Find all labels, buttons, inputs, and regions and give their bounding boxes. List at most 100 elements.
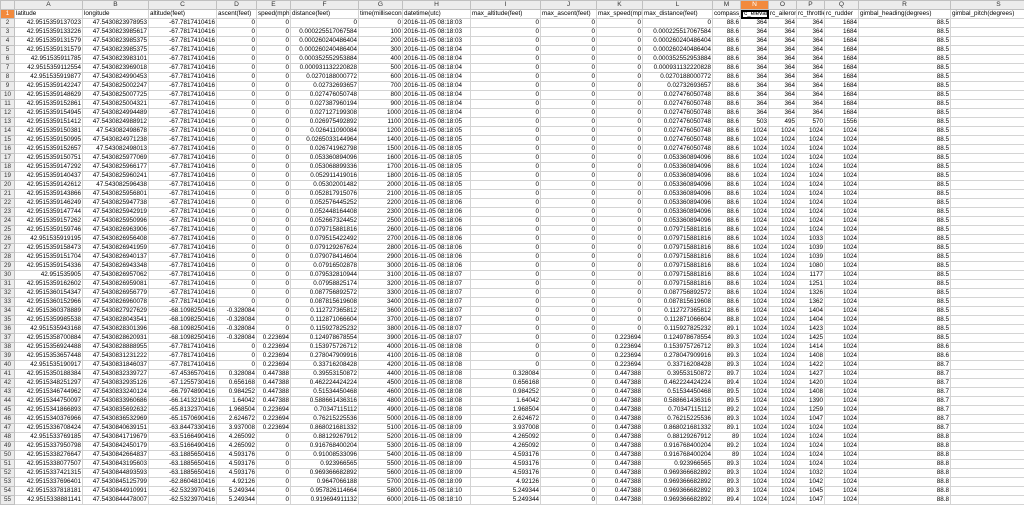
data-cell[interactable]: 0.328084	[217, 370, 257, 379]
data-cell[interactable]: 364	[741, 91, 769, 100]
data-cell[interactable]: 0	[471, 235, 541, 244]
data-cell[interactable]: 1024	[797, 208, 825, 217]
data-cell[interactable]: 0	[597, 199, 643, 208]
data-cell[interactable]: 1684	[825, 19, 859, 28]
data-cell[interactable]: 88.6	[713, 235, 741, 244]
row-header[interactable]: 8	[1, 73, 15, 82]
data-cell[interactable]: -67.7817410416	[149, 226, 217, 235]
data-cell[interactable]: -67.7817410416	[149, 361, 217, 370]
data-cell[interactable]: 0.02732693657	[291, 82, 359, 91]
data-cell[interactable]: 1024	[769, 406, 797, 415]
data-cell[interactable]: 1024	[825, 415, 859, 424]
data-cell[interactable]: 0.278047909916	[643, 352, 713, 361]
data-cell[interactable]: 0.026741962798	[291, 145, 359, 154]
data-cell[interactable]: 88.7	[859, 370, 951, 379]
data-cell[interactable]: 42.9515360154347	[15, 289, 83, 298]
column-header-p[interactable]: P	[797, 1, 825, 10]
data-cell[interactable]: 0	[471, 343, 541, 352]
data-cell[interactable]: 1500	[359, 145, 403, 154]
data-cell[interactable]: 0	[951, 298, 1024, 307]
data-cell[interactable]: 0.656168	[471, 379, 541, 388]
data-cell[interactable]: 364	[797, 55, 825, 64]
data-cell[interactable]: 0	[541, 82, 597, 91]
data-cell[interactable]: 0	[951, 253, 1024, 262]
data-cell[interactable]: 0	[257, 217, 291, 226]
data-cell[interactable]: 42.9515359131579	[15, 46, 83, 55]
data-cell[interactable]: 570	[797, 118, 825, 127]
data-cell[interactable]: 0.087815619608	[643, 298, 713, 307]
data-cell[interactable]: 0	[257, 91, 291, 100]
data-cell[interactable]: 47.5430836532969	[83, 415, 149, 424]
data-cell[interactable]: 0	[597, 91, 643, 100]
data-cell[interactable]: 1024	[797, 145, 825, 154]
row-header[interactable]: 40	[1, 361, 15, 370]
data-cell[interactable]: 1024	[769, 397, 797, 406]
data-cell[interactable]: 364	[797, 46, 825, 55]
data-cell[interactable]: 0	[951, 316, 1024, 325]
data-cell[interactable]: -0.328084	[217, 325, 257, 334]
data-cell[interactable]: 0.223694	[257, 406, 291, 415]
data-cell[interactable]: 1024	[741, 388, 769, 397]
data-cell[interactable]: 42.9515359150995	[15, 136, 83, 145]
data-cell[interactable]: 88.8	[859, 442, 951, 451]
data-cell[interactable]: 0	[951, 46, 1024, 55]
data-cell[interactable]: 0	[541, 226, 597, 235]
data-cell[interactable]: 1024	[769, 235, 797, 244]
data-cell[interactable]: 0	[951, 199, 1024, 208]
data-cell[interactable]: 3.937008	[471, 424, 541, 433]
data-cell[interactable]: 1024	[769, 226, 797, 235]
data-cell[interactable]: 0	[471, 136, 541, 145]
data-cell[interactable]: -67.7817410416	[149, 298, 217, 307]
data-cell[interactable]: 42.9515353657448	[15, 352, 83, 361]
data-cell[interactable]: 0.027476050748	[291, 91, 359, 100]
data-cell[interactable]: 88.5	[859, 334, 951, 343]
column-header-d[interactable]: D	[217, 1, 257, 10]
data-cell[interactable]: 88.6	[713, 37, 741, 46]
data-cell[interactable]: 2016-11-05 08:18:09	[403, 424, 471, 433]
column-title-cell[interactable]: rc_aileron	[769, 10, 797, 19]
data-cell[interactable]: 47.5430844910991	[83, 487, 149, 496]
data-cell[interactable]: 88.8	[859, 460, 951, 469]
data-cell[interactable]: 0	[471, 46, 541, 55]
data-cell[interactable]: 88.6	[713, 199, 741, 208]
data-cell[interactable]: 47.5430833960686	[83, 397, 149, 406]
data-cell[interactable]: 0.052667324452	[291, 217, 359, 226]
data-cell[interactable]: 2016-11-05 08:18:08	[403, 361, 471, 370]
data-cell[interactable]: 1024	[825, 424, 859, 433]
data-cell[interactable]: 88.5	[859, 280, 951, 289]
data-cell[interactable]: 1024	[741, 361, 769, 370]
data-cell[interactable]: -67.7817410416	[149, 199, 217, 208]
data-cell[interactable]: 88.5	[859, 181, 951, 190]
row-header[interactable]: 29	[1, 262, 15, 271]
data-cell[interactable]: 88.5	[859, 208, 951, 217]
row-header[interactable]: 23	[1, 208, 15, 217]
data-cell[interactable]: 1200	[359, 127, 403, 136]
data-cell[interactable]: 42.9515359146249	[15, 199, 83, 208]
data-cell[interactable]: 47.5430823985617	[83, 28, 149, 37]
data-cell[interactable]: 0.07916502878	[291, 262, 359, 271]
data-cell[interactable]: 0	[951, 352, 1024, 361]
data-cell[interactable]: 89.3	[713, 352, 741, 361]
data-cell[interactable]: 1024	[741, 127, 769, 136]
data-cell[interactable]: 88.8	[859, 496, 951, 505]
data-cell[interactable]: 800	[359, 91, 403, 100]
data-cell[interactable]: 0.053360894096	[643, 172, 713, 181]
data-cell[interactable]: 600	[359, 73, 403, 82]
data-cell[interactable]: 1024	[741, 172, 769, 181]
data-cell[interactable]: 0	[541, 19, 597, 28]
data-cell[interactable]: 4900	[359, 406, 403, 415]
data-cell[interactable]: 42.9515337421315	[15, 469, 83, 478]
data-cell[interactable]: 0.9647066188	[291, 478, 359, 487]
data-cell[interactable]: 47.5430825942919	[83, 208, 149, 217]
data-cell[interactable]: 0	[951, 478, 1024, 487]
data-cell[interactable]: 1039	[797, 253, 825, 262]
data-cell[interactable]: 0	[257, 109, 291, 118]
data-cell[interactable]: 1408	[797, 388, 825, 397]
data-cell[interactable]: 47.5430825004321	[83, 100, 149, 109]
data-cell[interactable]: 0	[217, 199, 257, 208]
data-cell[interactable]: 42.9515359143866	[15, 190, 83, 199]
column-header-b[interactable]: B	[83, 1, 149, 10]
data-cell[interactable]: 0.33716208428	[291, 361, 359, 370]
data-cell[interactable]: 0.053360894096	[643, 217, 713, 226]
data-cell[interactable]: 1024	[825, 217, 859, 226]
